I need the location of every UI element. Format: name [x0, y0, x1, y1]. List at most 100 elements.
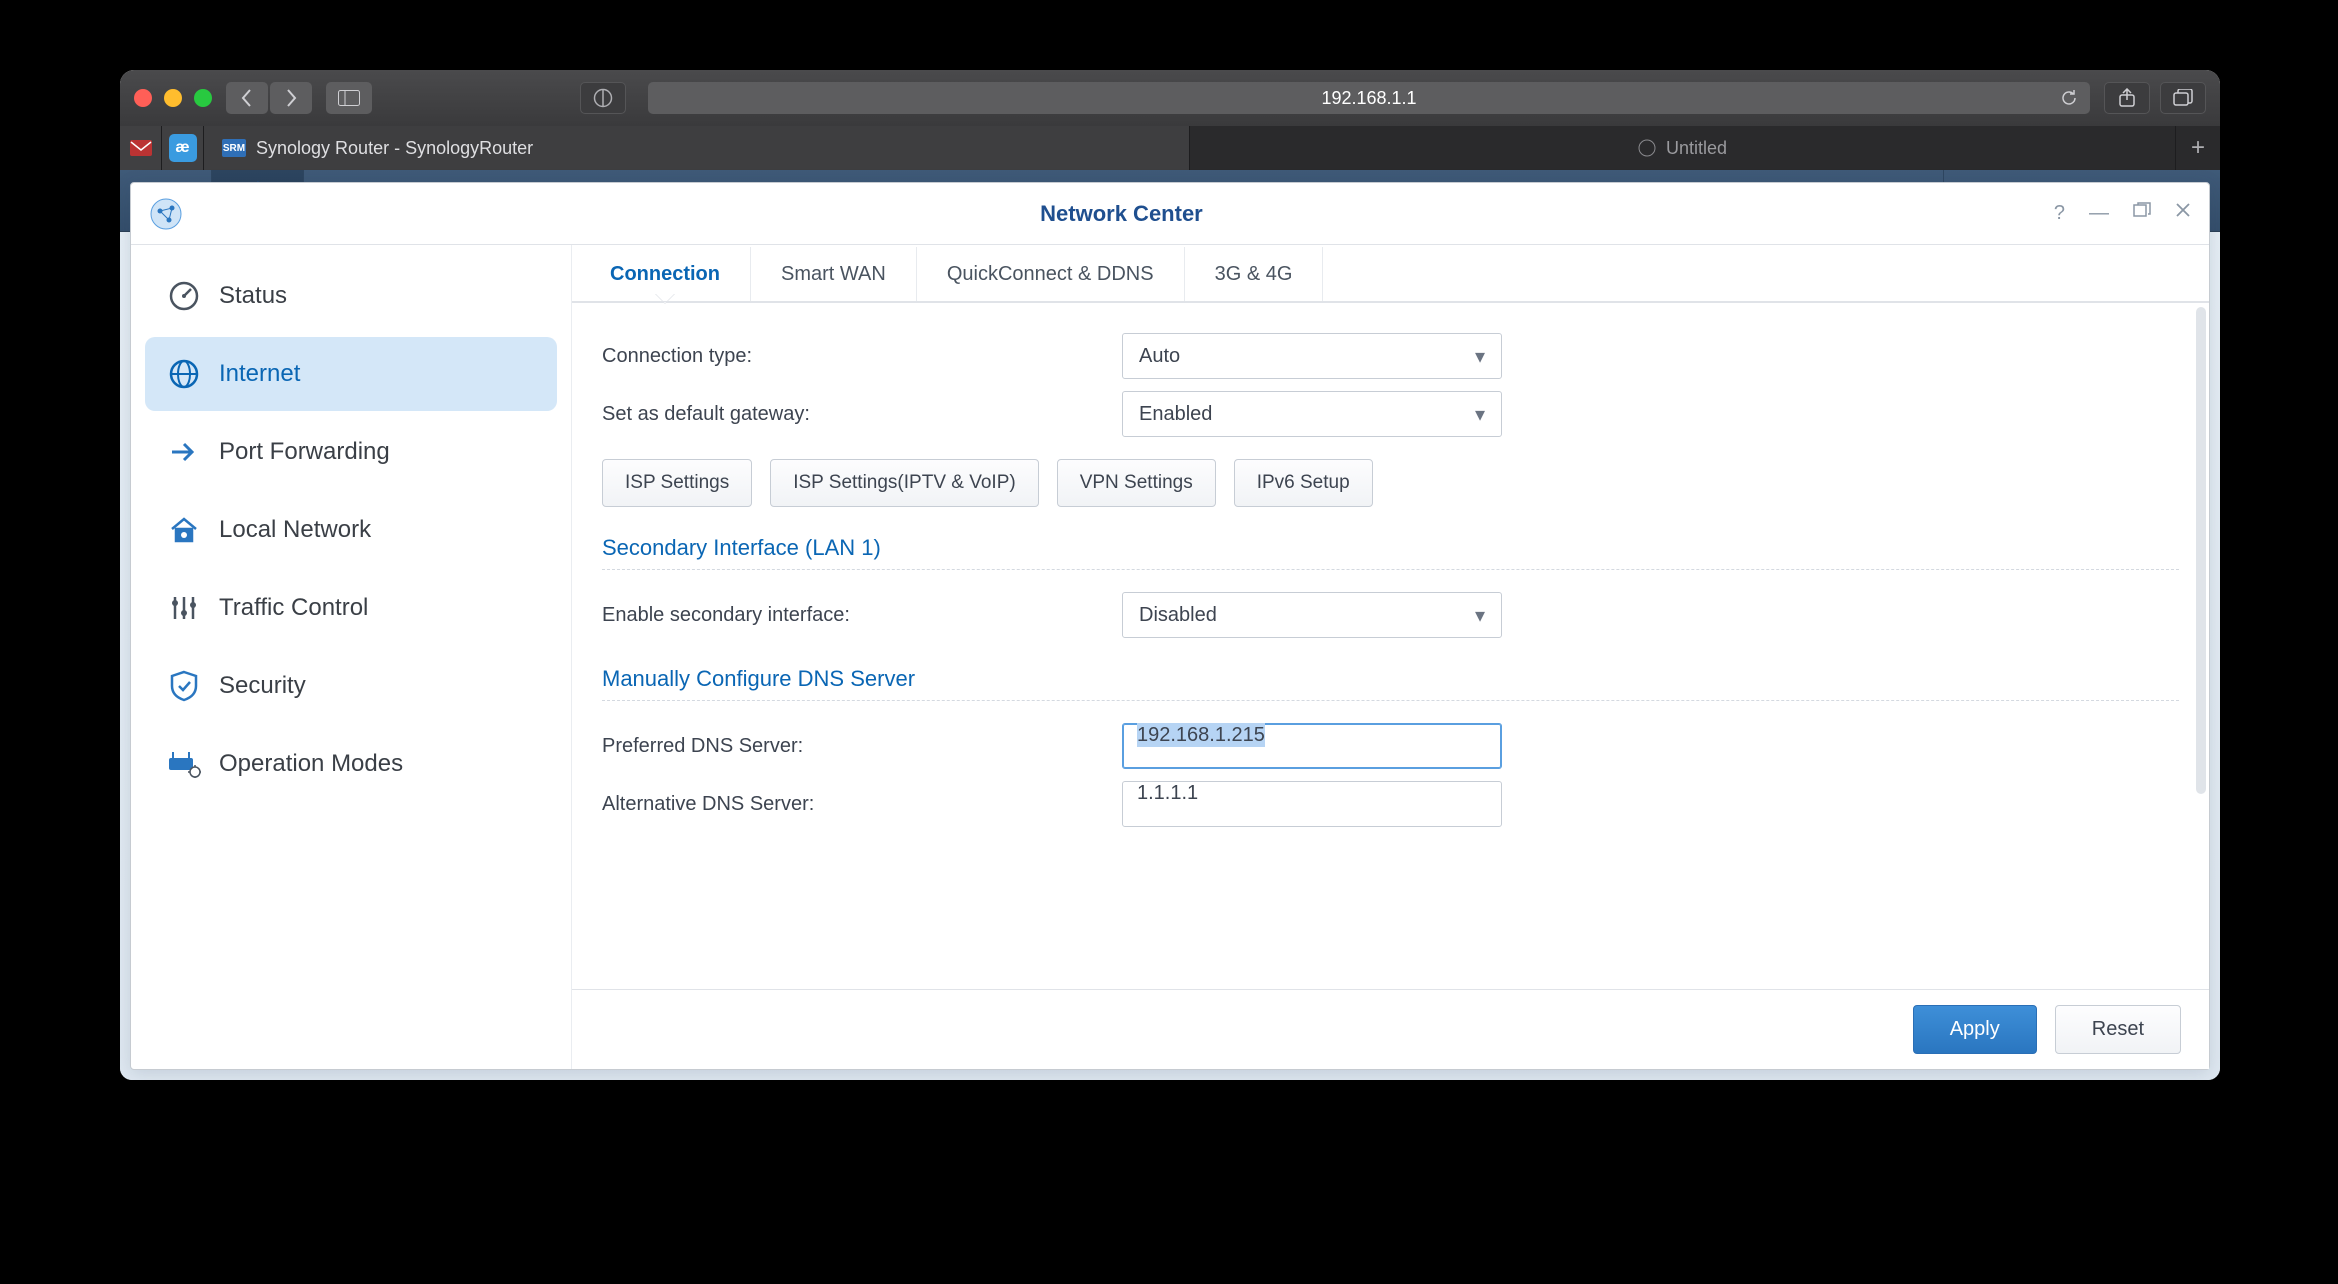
address-bar[interactable]: 192.168.1.1 — [648, 82, 2090, 114]
gauge-icon — [167, 279, 201, 313]
browser-tabbar: æ SRM Synology Router - SynologyRouter U… — [120, 126, 2220, 170]
pinned-tab-1[interactable] — [120, 126, 162, 170]
scrollbar-thumb[interactable] — [2196, 307, 2206, 794]
help-button[interactable]: ? — [2054, 202, 2065, 225]
arrow-forward-icon — [167, 435, 201, 469]
titlebar: 192.168.1.1 — [120, 70, 2220, 126]
chevron-down-icon: ▾ — [1475, 603, 1485, 628]
dns-heading: Manually Configure DNS Server — [602, 666, 2179, 701]
shield-icon — [167, 669, 201, 703]
router-gear-icon — [167, 747, 201, 781]
share-icon — [2118, 88, 2136, 108]
connection-type-select[interactable]: Auto ▾ — [1122, 333, 1502, 379]
privacy-button[interactable] — [580, 82, 626, 114]
input-value: 192.168.1.215 — [1137, 723, 1265, 747]
sidebar-item-label: Status — [219, 282, 287, 310]
browser-window: 192.168.1.1 æ SRM Synology Router - Syno… — [120, 70, 2220, 1080]
sidebar-item-security[interactable]: Security — [145, 649, 557, 723]
sidebar-item-port-forwarding[interactable]: Port Forwarding — [145, 415, 557, 489]
settings-buttons: ISP Settings ISP Settings(IPTV & VoIP) V… — [602, 459, 2179, 507]
reload-button[interactable] — [2060, 89, 2078, 107]
sidebar-item-status[interactable]: Status — [145, 259, 557, 333]
minimize-window-button[interactable] — [164, 89, 182, 107]
chevron-down-icon: ▾ — [1475, 402, 1485, 427]
globe-icon — [167, 357, 201, 391]
input-value: 1.1.1.1 — [1137, 782, 1198, 804]
tabs-icon — [2173, 89, 2193, 107]
tab-label: Untitled — [1666, 138, 1727, 159]
alternative-dns-label: Alternative DNS Server: — [602, 793, 1122, 816]
window-controls — [134, 89, 212, 107]
tab-smart-wan[interactable]: Smart WAN — [751, 247, 917, 302]
ipv6-setup-button[interactable]: IPv6 Setup — [1234, 459, 1373, 507]
row-connection-type: Connection type: Auto ▾ — [602, 333, 2179, 379]
window-title: Network Center — [189, 201, 2054, 227]
window-app-icon — [149, 197, 183, 231]
secondary-enable-select[interactable]: Disabled ▾ — [1122, 592, 1502, 638]
select-value: Disabled — [1139, 604, 1217, 627]
sliders-icon — [167, 591, 201, 625]
row-default-gateway: Set as default gateway: Enabled ▾ — [602, 391, 2179, 437]
select-value: Enabled — [1139, 403, 1212, 426]
chevron-down-icon: ▾ — [1475, 344, 1485, 369]
row-alternative-dns: Alternative DNS Server: 1.1.1.1 — [602, 781, 2179, 827]
reload-icon — [2060, 89, 2078, 107]
srm-badge-icon: SRM — [222, 139, 246, 157]
isp-iptv-voip-button[interactable]: ISP Settings(IPTV & VoIP) — [770, 459, 1038, 507]
minimize-button[interactable]: — — [2089, 202, 2109, 225]
ae-icon: æ — [169, 134, 197, 162]
address-text: 192.168.1.1 — [1321, 88, 1416, 109]
sidebar-toggle-button[interactable] — [326, 82, 372, 114]
tab-synology-router[interactable]: SRM Synology Router - SynologyRouter — [204, 126, 1190, 170]
compass-icon — [1638, 139, 1656, 157]
sidebar-item-traffic-control[interactable]: Traffic Control — [145, 571, 557, 645]
sidebar-item-label: Port Forwarding — [219, 438, 390, 466]
new-tab-button[interactable]: + — [2176, 126, 2220, 170]
preferred-dns-label: Preferred DNS Server: — [602, 735, 1122, 758]
sidebar-item-label: Local Network — [219, 516, 371, 544]
sidebar-item-operation-modes[interactable]: Operation Modes — [145, 727, 557, 801]
tabs-button[interactable] — [2160, 82, 2206, 114]
sidebar-item-label: Security — [219, 672, 306, 700]
tab-connection[interactable]: Connection — [580, 247, 751, 302]
secondary-interface-heading: Secondary Interface (LAN 1) — [602, 535, 2179, 570]
sidebar-item-label: Internet — [219, 360, 300, 388]
share-button[interactable] — [2104, 82, 2150, 114]
tab-quickconnect-ddns[interactable]: QuickConnect & DDNS — [917, 247, 1185, 302]
reset-button[interactable]: Reset — [2055, 1005, 2181, 1054]
shield-circle-icon — [593, 88, 613, 108]
close-window-button[interactable] — [134, 89, 152, 107]
forward-button[interactable] — [270, 82, 312, 114]
main-panel: Connection Smart WAN QuickConnect & DDNS… — [571, 245, 2209, 1069]
vertical-scrollbar[interactable] — [2196, 307, 2206, 983]
close-button[interactable] — [2175, 202, 2191, 225]
main-tabs: Connection Smart WAN QuickConnect & DDNS… — [572, 245, 2209, 303]
maximize-window-button[interactable] — [194, 89, 212, 107]
chevron-left-icon — [240, 88, 254, 108]
sidebar-item-local-network[interactable]: Local Network — [145, 493, 557, 567]
default-gateway-select[interactable]: Enabled ▾ — [1122, 391, 1502, 437]
maximize-button[interactable] — [2133, 202, 2151, 225]
sidebar-item-internet[interactable]: Internet — [145, 337, 557, 411]
nav-buttons — [226, 82, 312, 114]
vpn-settings-button[interactable]: VPN Settings — [1057, 459, 1216, 507]
connection-type-label: Connection type: — [602, 345, 1122, 368]
pinned-tab-2[interactable]: æ — [162, 126, 204, 170]
alternative-dns-input[interactable]: 1.1.1.1 — [1122, 781, 1502, 827]
apply-button[interactable]: Apply — [1913, 1005, 2037, 1054]
mail-icon — [129, 138, 153, 158]
secondary-enable-label: Enable secondary interface: — [602, 604, 1122, 627]
preferred-dns-input[interactable]: 192.168.1.215 — [1122, 723, 1502, 769]
row-secondary-enable: Enable secondary interface: Disabled ▾ — [602, 592, 2179, 638]
toolbar-right — [2104, 82, 2206, 114]
main-scroll[interactable]: Connection type: Auto ▾ Set as default g… — [572, 303, 2209, 989]
isp-settings-button[interactable]: ISP Settings — [602, 459, 752, 507]
tab-label: Synology Router - SynologyRouter — [256, 138, 533, 159]
back-button[interactable] — [226, 82, 268, 114]
sidebar: Status Internet Port Forwarding Local Ne… — [131, 245, 571, 1069]
select-value: Auto — [1139, 345, 1180, 368]
tab-untitled[interactable]: Untitled — [1190, 126, 2176, 170]
tab-3g-4g[interactable]: 3G & 4G — [1185, 247, 1324, 302]
sidebar-item-label: Operation Modes — [219, 750, 403, 778]
sidebar-icon — [338, 90, 360, 106]
